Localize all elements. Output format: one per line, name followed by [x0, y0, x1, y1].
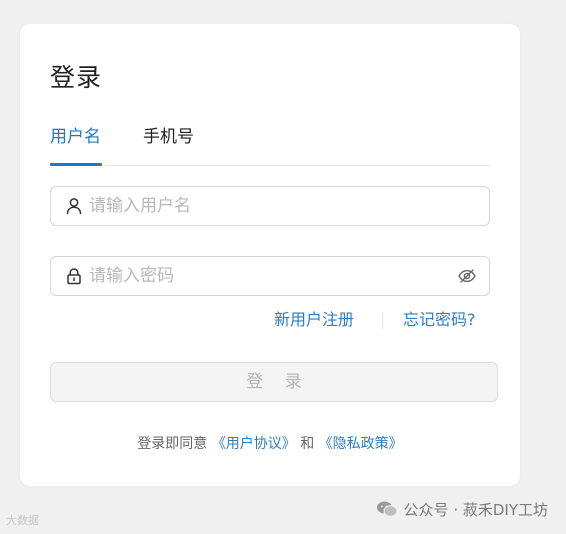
privacy-policy-link[interactable]: 《隐私政策》	[319, 436, 403, 452]
link-divider	[382, 312, 383, 329]
auth-links: 新用户注册 忘记密码?	[20, 308, 520, 332]
eye-slash-icon[interactable]	[457, 266, 477, 286]
register-link[interactable]: 新用户注册	[274, 308, 354, 332]
username-input[interactable]	[89, 187, 449, 225]
login-card: 登录 用户名 手机号 新用户注册 忘记密码? 登 录 登录即同意 《用户协议》	[20, 24, 520, 486]
login-tabs: 用户名 手机号	[50, 122, 490, 166]
watermark-text: 公众号 · 菽禾DIY工坊	[403, 500, 548, 519]
forgot-password-link[interactable]: 忘记密码?	[403, 308, 476, 332]
user-icon	[66, 198, 82, 215]
watermark: 公众号 · 菽禾DIY工坊	[376, 498, 548, 520]
login-button[interactable]: 登 录	[50, 362, 498, 402]
login-title: 登录	[50, 63, 103, 92]
username-field[interactable]	[50, 186, 490, 226]
agreement-prefix: 登录即同意	[137, 436, 208, 452]
tab-phone[interactable]: 手机号	[143, 122, 199, 165]
wechat-icon	[376, 501, 398, 517]
tab-username[interactable]: 用户名	[50, 122, 102, 166]
lock-icon	[67, 268, 81, 285]
user-agreement-link[interactable]: 《用户协议》	[212, 436, 296, 452]
corner-watermark: 大数据	[6, 514, 39, 527]
password-field[interactable]	[50, 256, 490, 296]
password-input[interactable]	[89, 257, 449, 295]
agreement-and: 和	[300, 436, 315, 452]
agreement-text: 登录即同意 《用户协议》 和 《隐私政策》	[20, 434, 520, 454]
